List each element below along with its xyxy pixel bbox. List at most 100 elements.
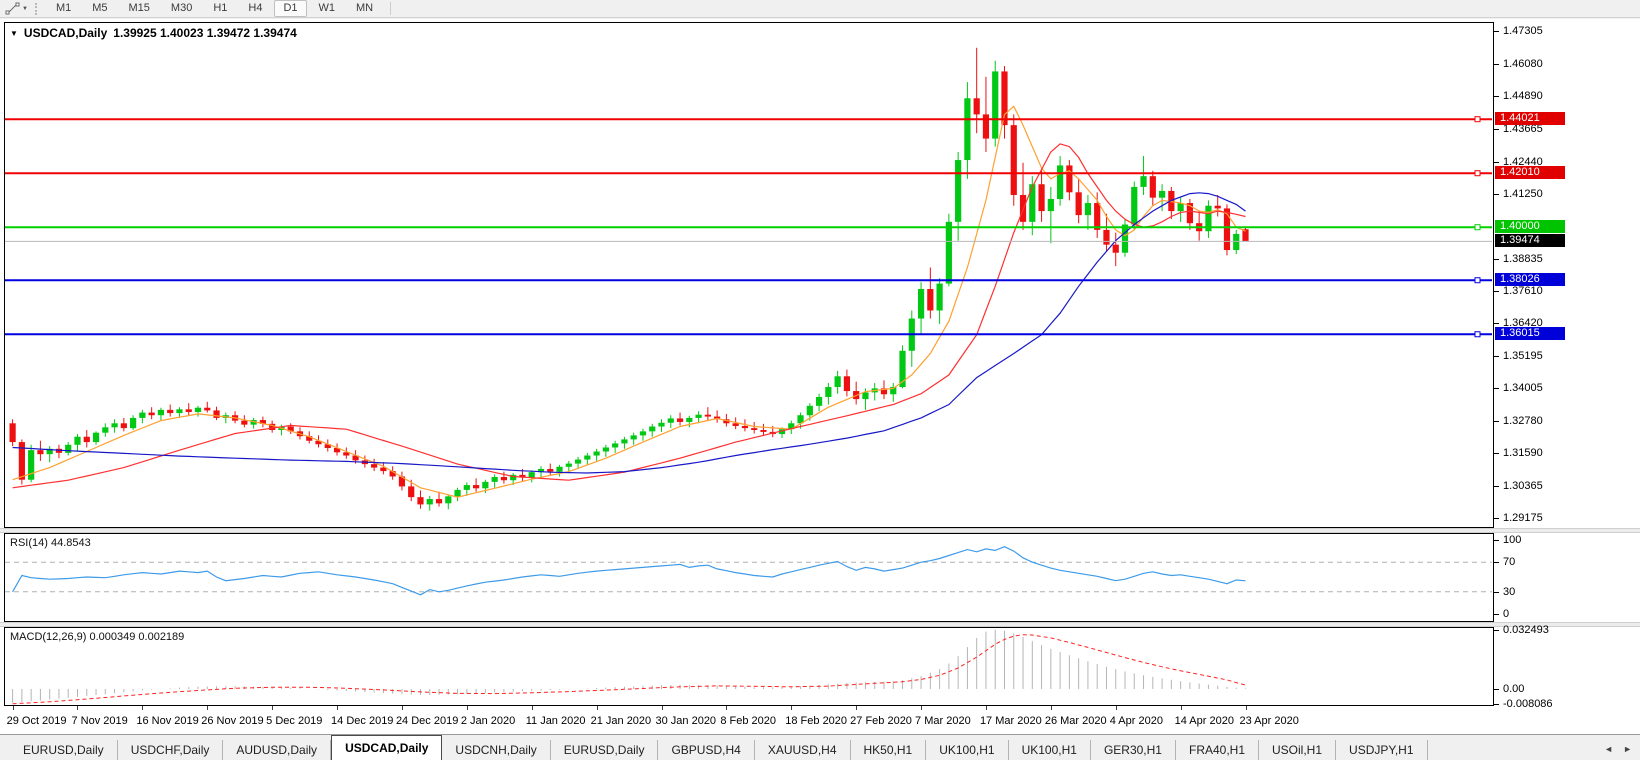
axis-tick-label: 1.38835 bbox=[1503, 253, 1543, 265]
tab-usdcnh-daily[interactable]: USDCNH,Daily bbox=[442, 740, 550, 760]
axis-tick-dash bbox=[1494, 540, 1499, 541]
axis-tick-dash bbox=[1494, 356, 1499, 357]
tab-ger30-h1[interactable]: GER30,H1 bbox=[1091, 740, 1176, 760]
chart-ohlc-values: 1.39925 1.40023 1.39472 1.39474 bbox=[113, 26, 297, 40]
toolbar-separator bbox=[390, 2, 391, 15]
tab-scroll-right-icon[interactable]: ► bbox=[1623, 744, 1632, 754]
axis-tick-dash bbox=[1494, 630, 1499, 631]
axis-tick-label: 1.46080 bbox=[1503, 58, 1543, 70]
price-badge: 1.36015 bbox=[1495, 327, 1565, 340]
axis-tick-dash bbox=[1494, 704, 1499, 705]
date-label: 16 Nov 2019 bbox=[136, 715, 198, 727]
tab-fra40-h1[interactable]: FRA40,H1 bbox=[1176, 740, 1259, 760]
timeframe-mn[interactable]: MN bbox=[347, 0, 382, 17]
date-tick bbox=[921, 706, 922, 710]
tab-eurusd-daily[interactable]: EURUSD,Daily bbox=[10, 740, 118, 760]
axis-tick-label: 1.30365 bbox=[1503, 480, 1543, 492]
panel-splitter[interactable] bbox=[0, 528, 1640, 533]
macd-canvas[interactable] bbox=[5, 628, 1492, 705]
chart-window: ▼ USDCAD,Daily 1.39925 1.40023 1.39472 1… bbox=[0, 19, 1640, 734]
axis-tick-label: 1.31590 bbox=[1503, 447, 1543, 459]
axis-tick-label: -0.008086 bbox=[1503, 698, 1553, 710]
date-tick bbox=[856, 706, 857, 710]
axis-tick-label: 1.41250 bbox=[1503, 188, 1543, 200]
axis-tick-label: 100 bbox=[1503, 534, 1521, 546]
axis-tick-label: 1.35195 bbox=[1503, 350, 1543, 362]
tab-xauusd-h4[interactable]: XAUUSD,H4 bbox=[755, 740, 851, 760]
top-toolbar: ▼ M1M5M15M30H1H4D1W1MN bbox=[0, 0, 1640, 18]
date-tick bbox=[986, 706, 987, 710]
axis-tick-label: 70 bbox=[1503, 556, 1515, 568]
date-label: 17 Mar 2020 bbox=[980, 715, 1042, 727]
tab-gbpusd-h4[interactable]: GBPUSD,H4 bbox=[658, 740, 754, 760]
line-studies-button[interactable]: ▼ bbox=[3, 1, 30, 17]
axis-tick-dash bbox=[1494, 162, 1499, 163]
axis-tick-dash bbox=[1494, 96, 1499, 97]
tab-usdchf-daily[interactable]: USDCHF,Daily bbox=[118, 740, 224, 760]
tab-list: EURUSD,DailyUSDCHF,DailyAUDUSD,DailyUSDC… bbox=[10, 735, 1428, 760]
timeframe-m1[interactable]: M1 bbox=[47, 0, 80, 17]
panel-splitter[interactable] bbox=[0, 622, 1640, 627]
tab-uk100-h1[interactable]: UK100,H1 bbox=[926, 740, 1008, 760]
date-label: 7 Mar 2020 bbox=[915, 715, 971, 727]
axis-tick-dash bbox=[1494, 486, 1499, 487]
rsi-canvas[interactable] bbox=[5, 534, 1492, 621]
tab-uk100-h1[interactable]: UK100,H1 bbox=[1009, 740, 1091, 760]
candles bbox=[10, 48, 1249, 511]
tab-usoil-h1[interactable]: USOil,H1 bbox=[1259, 740, 1336, 760]
date-label: 27 Feb 2020 bbox=[850, 715, 912, 727]
date-tick bbox=[532, 706, 533, 710]
chart-symbol-title: USDCAD,Daily bbox=[24, 26, 107, 40]
timeframe-m5[interactable]: M5 bbox=[83, 0, 116, 17]
date-tick bbox=[272, 706, 273, 710]
price-chart-canvas[interactable] bbox=[5, 23, 1492, 527]
axis-tick-label: 0.00 bbox=[1503, 683, 1524, 695]
timeframe-w1[interactable]: W1 bbox=[310, 0, 345, 17]
price-badge: 1.40000 bbox=[1495, 220, 1565, 233]
date-label: 11 Jan 2020 bbox=[526, 715, 586, 727]
trendline-icon bbox=[5, 2, 21, 16]
axis-tick-dash bbox=[1494, 31, 1499, 32]
toolbar-grip[interactable] bbox=[35, 3, 40, 15]
price-badge: 1.42010 bbox=[1495, 166, 1565, 179]
axis-tick-label: 1.44890 bbox=[1503, 90, 1543, 102]
date-label: 30 Jan 2020 bbox=[656, 715, 717, 727]
axis-tick-label: 0 bbox=[1503, 608, 1509, 620]
date-tick bbox=[77, 706, 78, 710]
rsi-line bbox=[13, 547, 1246, 595]
axis-tick-dash bbox=[1494, 592, 1499, 593]
axis-tick-dash bbox=[1494, 689, 1499, 690]
date-tick bbox=[726, 706, 727, 710]
axis-tick-dash bbox=[1494, 453, 1499, 454]
tab-scroll-left-icon[interactable]: ◄ bbox=[1604, 744, 1613, 754]
date-tick bbox=[142, 706, 143, 710]
price-axis[interactable]: 1.473051.460801.448901.436651.424401.412… bbox=[1493, 19, 1640, 733]
symbol-tabbar: EURUSD,DailyUSDCHF,DailyAUDUSD,DailyUSDC… bbox=[0, 734, 1640, 760]
timeframe-m15[interactable]: M15 bbox=[120, 0, 159, 17]
chart-menu-icon[interactable]: ▼ bbox=[10, 29, 18, 38]
ma-slow bbox=[13, 193, 1246, 473]
tab-eurusd-daily[interactable]: EURUSD,Daily bbox=[551, 740, 659, 760]
timeframe-d1[interactable]: D1 bbox=[274, 0, 306, 17]
timeframe-m30[interactable]: M30 bbox=[162, 0, 201, 17]
date-label: 18 Feb 2020 bbox=[785, 715, 847, 727]
tab-usdjpy-h1[interactable]: USDJPY,H1 bbox=[1336, 740, 1427, 760]
date-axis[interactable]: 29 Oct 20197 Nov 201916 Nov 201926 Nov 2… bbox=[0, 706, 1493, 733]
date-label: 14 Dec 2019 bbox=[331, 715, 393, 727]
date-tick bbox=[1246, 706, 1247, 710]
date-tick bbox=[1116, 706, 1117, 710]
axis-tick-dash bbox=[1494, 259, 1499, 260]
timeframe-h1[interactable]: H1 bbox=[204, 0, 236, 17]
tab-usdcad-daily[interactable]: USDCAD,Daily bbox=[331, 735, 442, 760]
rsi-indicator-label: RSI(14) 44.8543 bbox=[10, 537, 91, 549]
tab-hk50-h1[interactable]: HK50,H1 bbox=[851, 740, 927, 760]
date-tick bbox=[13, 706, 14, 710]
date-label: 8 Feb 2020 bbox=[720, 715, 776, 727]
date-label: 5 Dec 2019 bbox=[266, 715, 322, 727]
tab-audusd-daily[interactable]: AUDUSD,Daily bbox=[223, 740, 331, 760]
axis-tick-dash bbox=[1494, 562, 1499, 563]
timeframe-h4[interactable]: H4 bbox=[239, 0, 271, 17]
axis-tick-dash bbox=[1494, 421, 1499, 422]
axis-tick-dash bbox=[1494, 323, 1499, 324]
date-tick bbox=[402, 706, 403, 710]
